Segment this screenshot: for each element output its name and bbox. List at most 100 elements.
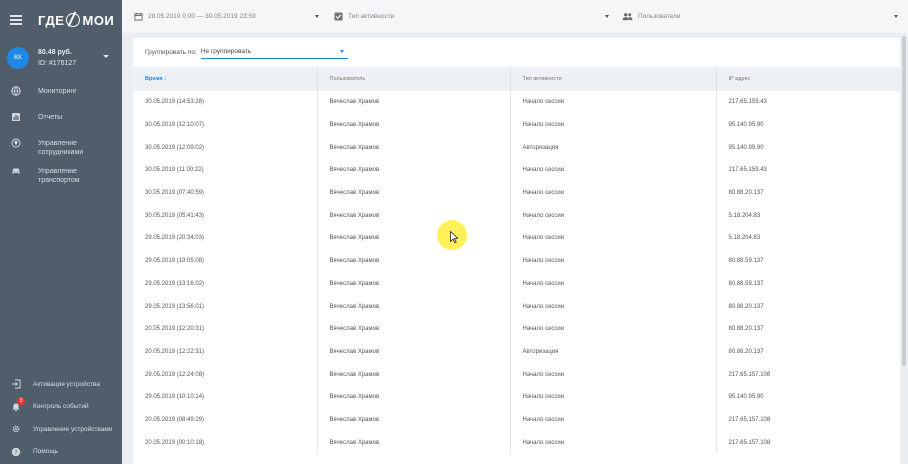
users-filter[interactable]: Пользователи [622,10,680,23]
sidebar: ГДЕ МОИ ВХ 80.48 руб. ID: #176127 Монито… [0,0,122,464]
cell-user: Вячеслав Храмов [317,204,511,228]
table-row[interactable]: 20.05.2019 (12:22:31) Вячеслав Храмов Авто… [133,340,900,364]
table-row[interactable]: 29.05.2019 (13:16:02) Вячеслав Храмов Нача… [133,272,900,296]
cell-user: Вячеслав Храмов [317,113,511,137]
grouping-select[interactable]: Не группировать [200,45,348,59]
account-balance: 80.48 руб. [38,49,72,56]
table-row[interactable]: 29.05.2019 (13:56:01) Вячеслав Храмов Нача… [133,295,900,318]
sidebar-item-device-activation[interactable]: Активация устройства [0,373,122,396]
column-header-time[interactable]: Время ↓ [133,67,318,91]
activity-type-filter[interactable]: Тип активности [334,10,394,23]
sidebar-item-label: Управление устройствами [33,425,113,433]
column-header-label: Пользователь [329,76,366,82]
cell-time: 29.05.2019 (13:56:01) [133,295,318,318]
table-row[interactable]: 30.05.2019 (14:53:28) Вячеслав Храмов Нача… [133,91,900,114]
app-root: ГДЕ МОИ ВХ 80.48 руб. ID: #176127 Монито… [0,0,908,464]
table-row[interactable]: 30.05.2019 (12:10:07) Вячеслав Храмов Нача… [133,113,900,137]
table-row[interactable]: 30.05.2019 (11:00:22) Вячеслав Храмов Нача… [133,159,900,182]
column-header-ip[interactable]: IP адрес [716,67,900,91]
column-header-label: Тип активности [522,76,562,82]
cell-ip: 95.140.95.90 [728,122,764,129]
checkbox-icon[interactable] [334,12,343,21]
grouping-control: Группировать по: Не группировать [145,45,348,59]
cell-activity-type: Начало сессии [510,317,717,341]
menu-icon[interactable] [10,15,22,25]
logo-text-right: МОИ [82,12,115,28]
cell-activity-type: Начало сессии [510,159,717,182]
chevron-down-icon[interactable] [894,15,898,18]
cell-activity-type: Начало сессии [510,181,717,205]
column-header-activity-type[interactable]: Тип активности [510,67,717,91]
sidebar-item-help[interactable]: ? Помощь [0,441,122,464]
cell-time: 30.05.2019 (11:00:22) [133,159,318,182]
column-header-label: IP адрес [728,76,751,82]
account-info: 80.48 руб. ID: #176127 [38,47,76,69]
date-range-filter[interactable]: 28.05.2019 0:00 — 30.05.2019 23:59 [134,10,256,23]
cell-activity-type: Начало сессии [510,91,717,114]
sidebar-item-label: Контроль событий [33,403,89,411]
account-dropdown-icon[interactable] [103,55,109,58]
cell-activity-type: Авторизация [510,340,717,364]
cell-ip: 80.88.20.137 [728,326,764,333]
chevron-down-icon[interactable] [339,50,344,53]
sidebar-item-label: Помощь [33,448,59,456]
chart-icon [12,113,20,121]
sidebar-item-label: Управление транспортом [38,168,80,184]
chevron-down-icon[interactable] [315,15,319,18]
account-id: ID: #176127 [38,60,77,67]
sidebar-item-monitoring[interactable]: Мониторинг [0,82,122,108]
avatar[interactable]: ВХ [7,47,29,69]
column-header-user[interactable]: Пользователь [317,67,511,91]
cell-ip: 95.140.95.90 [728,144,764,151]
cell-time: 30.05.2019 (12:09:02) [133,136,318,160]
table-row[interactable]: 30.05.2019 (12:09:02) Вячеслав Храмов Авто… [133,136,900,160]
logo-text-left: ГДЕ [38,12,65,28]
sidebar-item-device-management[interactable]: Управление устройствами [0,418,122,441]
cell-user: Вячеслав Храмов [317,136,511,160]
cell-time: 20.05.2019 (12:20:31) [133,317,318,341]
table-row[interactable]: 20.05.2019 (12:20:31) Вячеслав Храмов Нача… [133,317,900,341]
table-row[interactable]: 29.05.2019 (10:10:14) Вячеслав Храмов Нача… [133,385,900,409]
table-row[interactable]: 29.05.2019 (12:24:08) Вячеслав Храмов Нача… [133,363,900,386]
cell-time: 29.05.2019 (12:24:08) [133,363,318,386]
sidebar-header: ГДЕ МОИ [0,0,122,40]
chevron-down-icon[interactable] [605,15,609,18]
sidebar-item-reports[interactable]: Отчеты [0,108,122,134]
table-row[interactable]: 29.05.2019 (20:34:03) Вячеслав Храмов Нача… [133,227,900,250]
logo[interactable]: ГДЕ МОИ [38,13,114,28]
cell-time: 30.05.2019 (05:41:43) [133,204,318,228]
cell-ip: 217.65.157.108 [728,416,771,423]
cell-activity-type: Авторизация [510,136,717,160]
table-row[interactable]: 20.05.2019 (00:10:18) Вячеслав Храмов Нача… [133,431,900,454]
sidebar-item-employees[interactable]: Управление сотрудниками [0,134,122,162]
calendar-icon [134,12,143,21]
cell-user: Вячеслав Храмов [317,340,511,364]
sidebar-item-transport[interactable]: Управление транспортом [0,162,122,190]
users-icon [622,13,633,21]
cell-time: 30.05.2019 (07:40:59) [133,181,318,205]
car-icon [12,168,20,174]
account-block[interactable]: ВХ 80.48 руб. ID: #176127 [0,40,122,76]
table-row[interactable]: 29.05.2019 (19:05:08) Вячеслав Храмов Нача… [133,249,900,273]
table-row[interactable]: 20.05.2019 (08:49:29) Вячеслав Храмов Нача… [133,408,900,432]
cell-activity-type: Начало сессии [510,249,717,273]
cell-user: Вячеслав Храмов [317,181,511,205]
table-row[interactable]: 30.05.2019 (05:41:43) Вячеслав Храмов Нача… [133,204,900,228]
grouping-value: Не группировать [200,48,252,55]
cell-ip: 80.88.20.137 [728,348,764,355]
cell-user: Вячеслав Храмов [317,227,511,250]
cell-ip: 80.88.59.137 [728,258,764,265]
activity-type-label: Тип активности [348,13,395,20]
cell-activity-type: Начало сессии [510,272,717,296]
cell-activity-type: Начало сессии [510,227,717,250]
cell-time: 30.05.2019 (14:53:28) [133,91,318,114]
notification-badge: 3 [17,396,25,405]
cell-user: Вячеслав Храмов [317,272,511,296]
cell-user: Вячеслав Храмов [317,431,511,454]
sidebar-bottom-nav: Активация устройства 3 Контроль событий … [0,373,122,463]
cell-ip: 95.140.95.90 [728,394,764,401]
sidebar-item-event-control[interactable]: 3 Контроль событий [0,396,122,419]
scrollbar[interactable] [902,36,906,366]
cell-time: 20.05.2019 (12:22:31) [133,340,318,364]
table-row[interactable]: 30.05.2019 (07:40:59) Вячеслав Храмов Нача… [133,181,900,205]
